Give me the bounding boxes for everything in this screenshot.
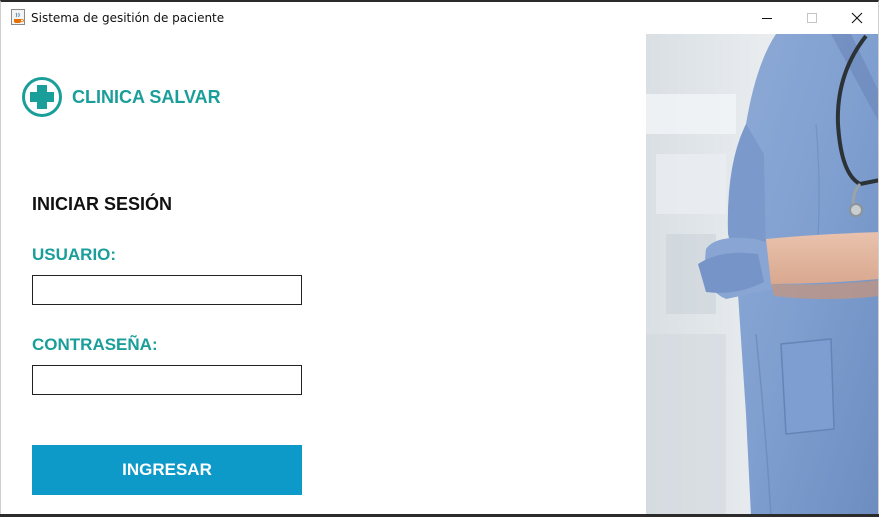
doctor-with-stethoscope-image (646, 34, 878, 514)
maximize-icon (807, 13, 817, 23)
username-label: USUARIO: (32, 245, 117, 264)
minimize-icon (762, 18, 772, 19)
minimize-button[interactable] (744, 2, 790, 34)
maximize-button[interactable] (789, 2, 835, 34)
close-button[interactable] (834, 2, 878, 34)
doctor-photo (646, 34, 878, 514)
content-area: CLINICA SALVAR INICIAR SESIÓN USUARIO: C… (1, 34, 878, 514)
password-input[interactable] (32, 365, 302, 395)
close-icon (851, 12, 863, 24)
title-bar[interactable]: Sistema de gesitión de paciente (1, 2, 878, 34)
login-heading: INICIAR SESIÓN (32, 194, 173, 214)
brand-header: CLINICA SALVAR (21, 76, 221, 118)
clinic-name: CLINICA SALVAR (72, 86, 221, 107)
medical-cross-icon (22, 77, 62, 117)
login-window: Sistema de gesitión de paciente CLINICA (0, 0, 879, 514)
window-title: Sistema de gesitión de paciente (31, 11, 225, 25)
login-button[interactable]: INGRESAR (32, 445, 302, 495)
username-input[interactable] (32, 275, 302, 305)
password-label: CONTRASEÑA: (32, 335, 158, 354)
java-cup-icon (11, 9, 25, 25)
